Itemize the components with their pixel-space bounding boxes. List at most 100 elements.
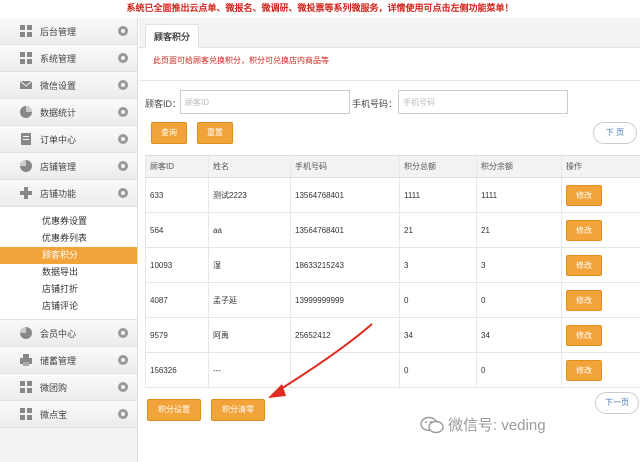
col-header-total-points: 积分总额 (399, 155, 477, 178)
sidebar-item-label: 微信设置 (40, 80, 77, 91)
sidebar-item-group-buy[interactable]: 微团购 (0, 374, 137, 401)
printer-icon (20, 354, 32, 366)
sidebar-item-system[interactable]: 系统管理 (0, 45, 137, 72)
edit-button[interactable]: 修改 (566, 359, 602, 381)
grid-icon (20, 381, 32, 393)
list-icon (20, 133, 32, 145)
expand-icon[interactable] (118, 107, 128, 117)
expand-icon[interactable] (118, 134, 128, 144)
collapse-icon[interactable] (118, 188, 128, 198)
edit-button[interactable]: 修改 (566, 219, 602, 241)
submenu-coupon-settings[interactable]: 优惠券设置 (0, 213, 137, 230)
cell-phone: 13564768401 (290, 212, 400, 248)
table-row: 4087 孟子延 13999999999 0 0 修改 (145, 282, 640, 318)
expand-icon[interactable] (118, 161, 128, 171)
grid-icon (20, 25, 32, 37)
store-functions-submenu: 优惠券设置 优惠券列表 顾客积分 数据导出 店铺打折 店铺评论 (0, 207, 137, 320)
phone-input[interactable] (398, 90, 568, 114)
clear-points-button[interactable]: 积分清零 (211, 399, 265, 421)
cell-customer-id: 564 (145, 212, 209, 248)
customer-points-table: 顾客ID 姓名 手机号码 积分总额 积分余额 操作 633 测试2223 135… (145, 155, 640, 388)
submenu-store-discount[interactable]: 店铺打折 (0, 281, 137, 298)
edit-button[interactable]: 修改 (566, 184, 602, 206)
wechat-watermark: 微信号: veding (420, 414, 546, 435)
reset-button[interactable]: 重置 (197, 122, 233, 144)
expand-icon[interactable] (118, 328, 128, 338)
cell-balance: 1111 (476, 177, 562, 213)
submenu-data-export[interactable]: 数据导出 (0, 264, 137, 281)
tab-customer-points[interactable]: 顾客积分 (145, 24, 200, 49)
cell-customer-id: 156326 (145, 352, 209, 388)
expand-icon[interactable] (118, 382, 128, 392)
cell-phone: 18633215243 (290, 247, 400, 283)
cell-total-points: 0 (399, 352, 477, 388)
sidebar-item-orders[interactable]: 订单中心 (0, 126, 137, 153)
cell-name: aa (208, 212, 291, 248)
expand-icon[interactable] (118, 355, 128, 365)
table-row: 10093 湿 18633215243 3 3 修改 (145, 247, 640, 283)
sidebar-item-label: 系统管理 (40, 53, 77, 64)
query-button[interactable]: 查询 (151, 122, 187, 144)
edit-button[interactable]: 修改 (566, 289, 602, 311)
main-content: 顾客积分 此页面可给顾客兑换积分，积分可兑换店内商品等 顾客ID： 手机号码： … (139, 18, 640, 462)
edit-button[interactable]: 修改 (566, 324, 602, 346)
cell-customer-id: 10093 (145, 247, 209, 283)
sidebar-item-savings[interactable]: 储蓄管理 (0, 347, 137, 374)
phone-label: 手机号码： (352, 99, 398, 109)
sidebar-item-members[interactable]: 会员中心 (0, 320, 137, 347)
envelope-icon (20, 79, 32, 91)
submenu-customer-points[interactable]: 顾客积分 (0, 247, 137, 264)
sidebar-item-wechat[interactable]: 微信设置 (0, 72, 137, 99)
sidebar-item-label: 微团购 (40, 382, 68, 393)
announcement-banner: 系统已全面推出云点单、微报名、微调研、微投票等系列微服务，详情使用可点击左侧功能… (0, 0, 640, 18)
cell-balance: 34 (476, 317, 562, 353)
edit-button[interactable]: 修改 (566, 254, 602, 276)
plus-icon (20, 187, 32, 199)
expand-icon[interactable] (118, 26, 128, 36)
points-settings-button[interactable]: 积分设置 (147, 399, 201, 421)
cell-phone: 13999999999 (290, 282, 400, 318)
submenu-coupon-list[interactable]: 优惠券列表 (0, 230, 137, 247)
next-page-button-top[interactable]: 下 页 (593, 122, 637, 144)
watermark-text: 微信号: veding (448, 417, 546, 434)
cell-actions: 修改 (561, 317, 640, 353)
cell-customer-id: 4087 (145, 282, 209, 318)
cell-name: 测试2223 (208, 177, 291, 213)
cell-phone: 13564768401 (290, 177, 400, 213)
sidebar-item-store[interactable]: 店铺管理 (0, 153, 137, 180)
cell-phone: 25652412 (290, 317, 400, 353)
table-row: 156326 --- 0 0 修改 (145, 352, 640, 388)
col-header-balance: 积分余额 (476, 155, 562, 178)
table-header-row: 顾客ID 姓名 手机号码 积分总额 积分余额 操作 (145, 155, 640, 178)
sidebar-item-label: 店铺功能 (40, 188, 77, 199)
expand-icon[interactable] (118, 409, 128, 419)
sidebar-item-micro-point[interactable]: 微点宝 (0, 401, 137, 428)
page-notice: 此页面可给顾客兑换积分，积分可兑换店内商品等 (153, 56, 329, 65)
customer-id-input[interactable] (180, 90, 350, 114)
expand-icon[interactable] (118, 80, 128, 90)
cell-name: 孟子延 (208, 282, 291, 318)
cell-customer-id: 633 (145, 177, 209, 213)
table-row: 633 测试2223 13564768401 1111 1111 修改 (145, 177, 640, 213)
cell-name: 阿禹 (208, 317, 291, 353)
cell-customer-id: 9579 (145, 317, 209, 353)
submenu-store-reviews[interactable]: 店铺评论 (0, 298, 137, 315)
grid-icon (20, 52, 32, 64)
tab-bar: 顾客积分 (139, 18, 640, 49)
sidebar-item-stats[interactable]: 数据统计 (0, 99, 137, 126)
next-page-button-bottom[interactable]: 下一页 (595, 392, 639, 414)
sidebar-item-store-functions[interactable]: 店铺功能 (0, 180, 137, 207)
cell-balance: 3 (476, 247, 562, 283)
expand-icon[interactable] (118, 53, 128, 63)
cell-actions: 修改 (561, 282, 640, 318)
cell-total-points: 3 (399, 247, 477, 283)
sidebar-item-label: 店铺管理 (40, 161, 77, 172)
cell-actions: 修改 (561, 352, 640, 388)
sidebar-item-label: 会员中心 (40, 328, 77, 339)
sidebar-item-admin[interactable]: 后台管理 (0, 18, 137, 45)
cell-total-points: 21 (399, 212, 477, 248)
cell-actions: 修改 (561, 177, 640, 213)
cell-phone (290, 352, 400, 388)
cell-actions: 修改 (561, 212, 640, 248)
grid-icon (20, 408, 32, 420)
